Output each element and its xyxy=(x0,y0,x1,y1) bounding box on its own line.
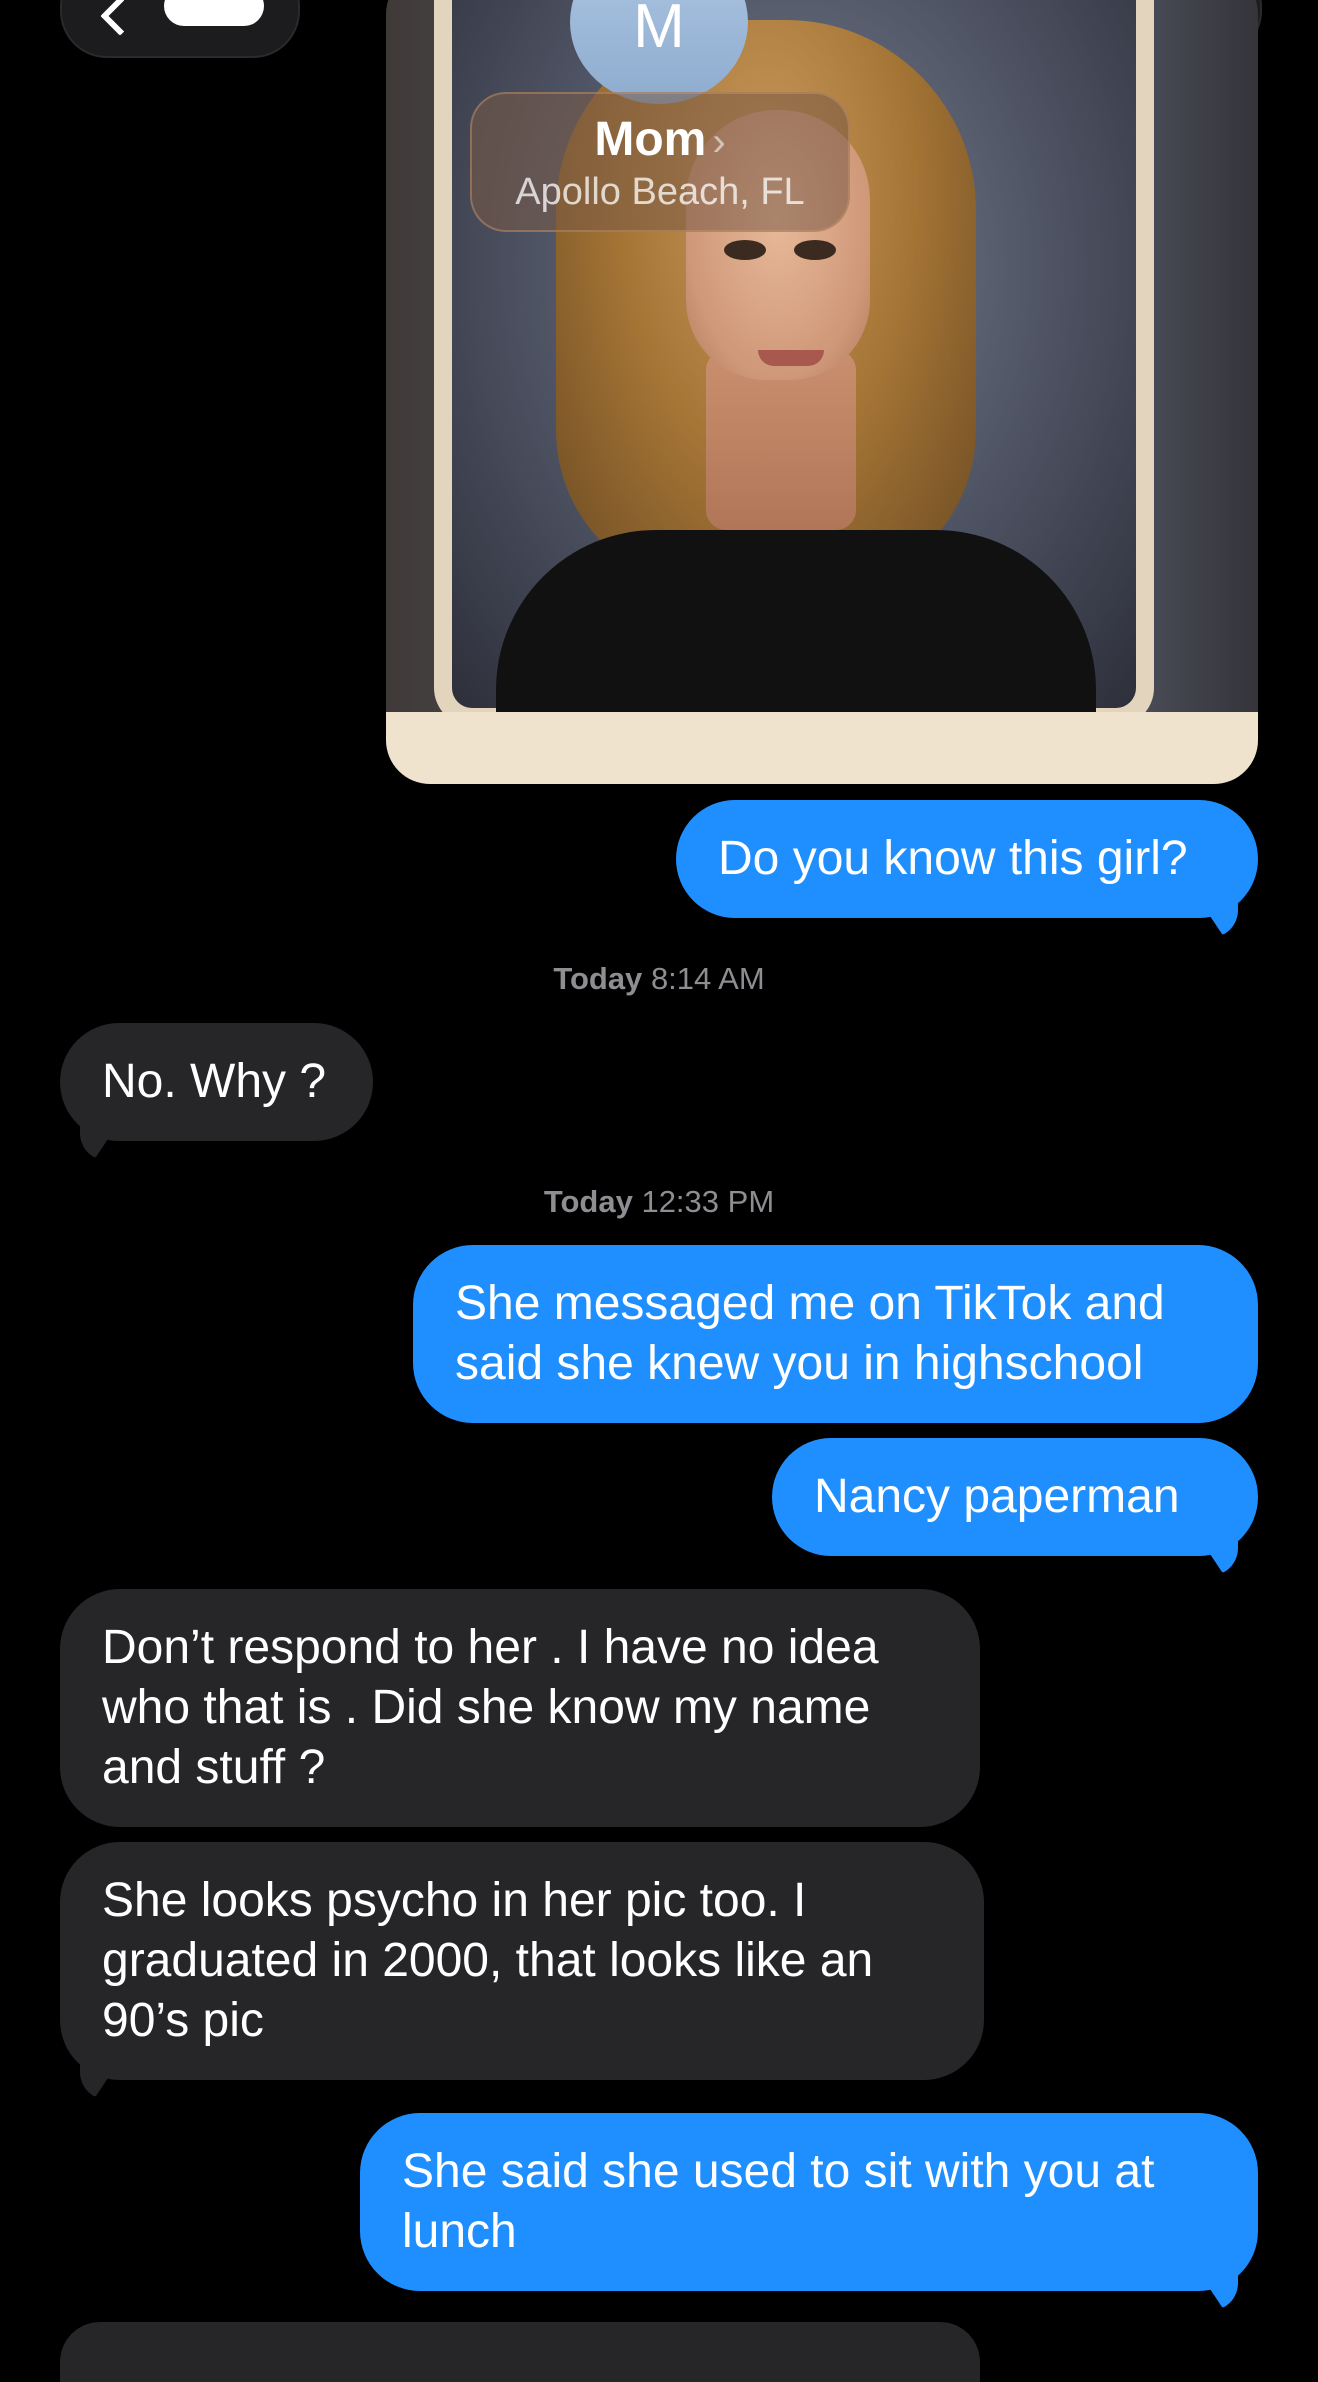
timestamp: Today 12:33 PM xyxy=(0,1184,1318,1220)
timestamp-day: Today xyxy=(543,1184,633,1219)
back-button[interactable] xyxy=(60,0,300,58)
message-text: Nancy paperman xyxy=(814,1470,1180,1523)
message-text: Do you know this girl? xyxy=(718,832,1188,885)
contact-name: Mom xyxy=(594,113,707,166)
timestamp: Today 8:14 AM xyxy=(0,961,1318,997)
message-bubble-incoming[interactable]: She looks psycho in her pic too. I gradu… xyxy=(60,1842,984,2080)
message-bubble-incoming[interactable]: Don’t respond to her . I have no idea wh… xyxy=(60,1589,980,1827)
contact-header[interactable]: Mom › Apollo Beach, FL xyxy=(470,92,850,232)
chevron-left-icon xyxy=(100,0,140,36)
portrait-eye xyxy=(794,240,836,260)
yearbook-caption-strip xyxy=(386,712,1258,784)
avatar-initial: M xyxy=(633,0,685,61)
message-text: Don’t respond to her . I have no idea wh… xyxy=(102,1621,879,1794)
message-text: She said she used to sit with you at lun… xyxy=(402,2145,1155,2258)
contact-location: Apollo Beach, FL xyxy=(515,171,805,213)
message-bubble-incoming[interactable]: No. Why ? xyxy=(60,1023,373,1141)
message-text: She looks psycho in her pic too. I gradu… xyxy=(102,1874,874,2047)
portrait-lips xyxy=(758,350,824,366)
message-bubble-outgoing[interactable]: Do you know this girl? xyxy=(676,800,1258,918)
timestamp-day: Today xyxy=(553,961,643,996)
timestamp-time: 8:14 AM xyxy=(650,961,765,996)
message-bubble-incoming-partial[interactable] xyxy=(60,2322,980,2382)
unread-count-badge xyxy=(164,0,264,26)
message-text: She messaged me on TikTok and said she k… xyxy=(455,1277,1165,1390)
portrait-eye xyxy=(724,240,766,260)
message-bubble-outgoing[interactable]: She said she used to sit with you at lun… xyxy=(360,2113,1258,2291)
message-text: No. Why ? xyxy=(102,1055,327,1108)
timestamp-time: 12:33 PM xyxy=(641,1184,775,1219)
message-bubble-outgoing[interactable]: Nancy paperman xyxy=(772,1438,1258,1556)
chevron-right-icon: › xyxy=(712,120,726,164)
message-bubble-outgoing[interactable]: She messaged me on TikTok and said she k… xyxy=(413,1245,1258,1423)
